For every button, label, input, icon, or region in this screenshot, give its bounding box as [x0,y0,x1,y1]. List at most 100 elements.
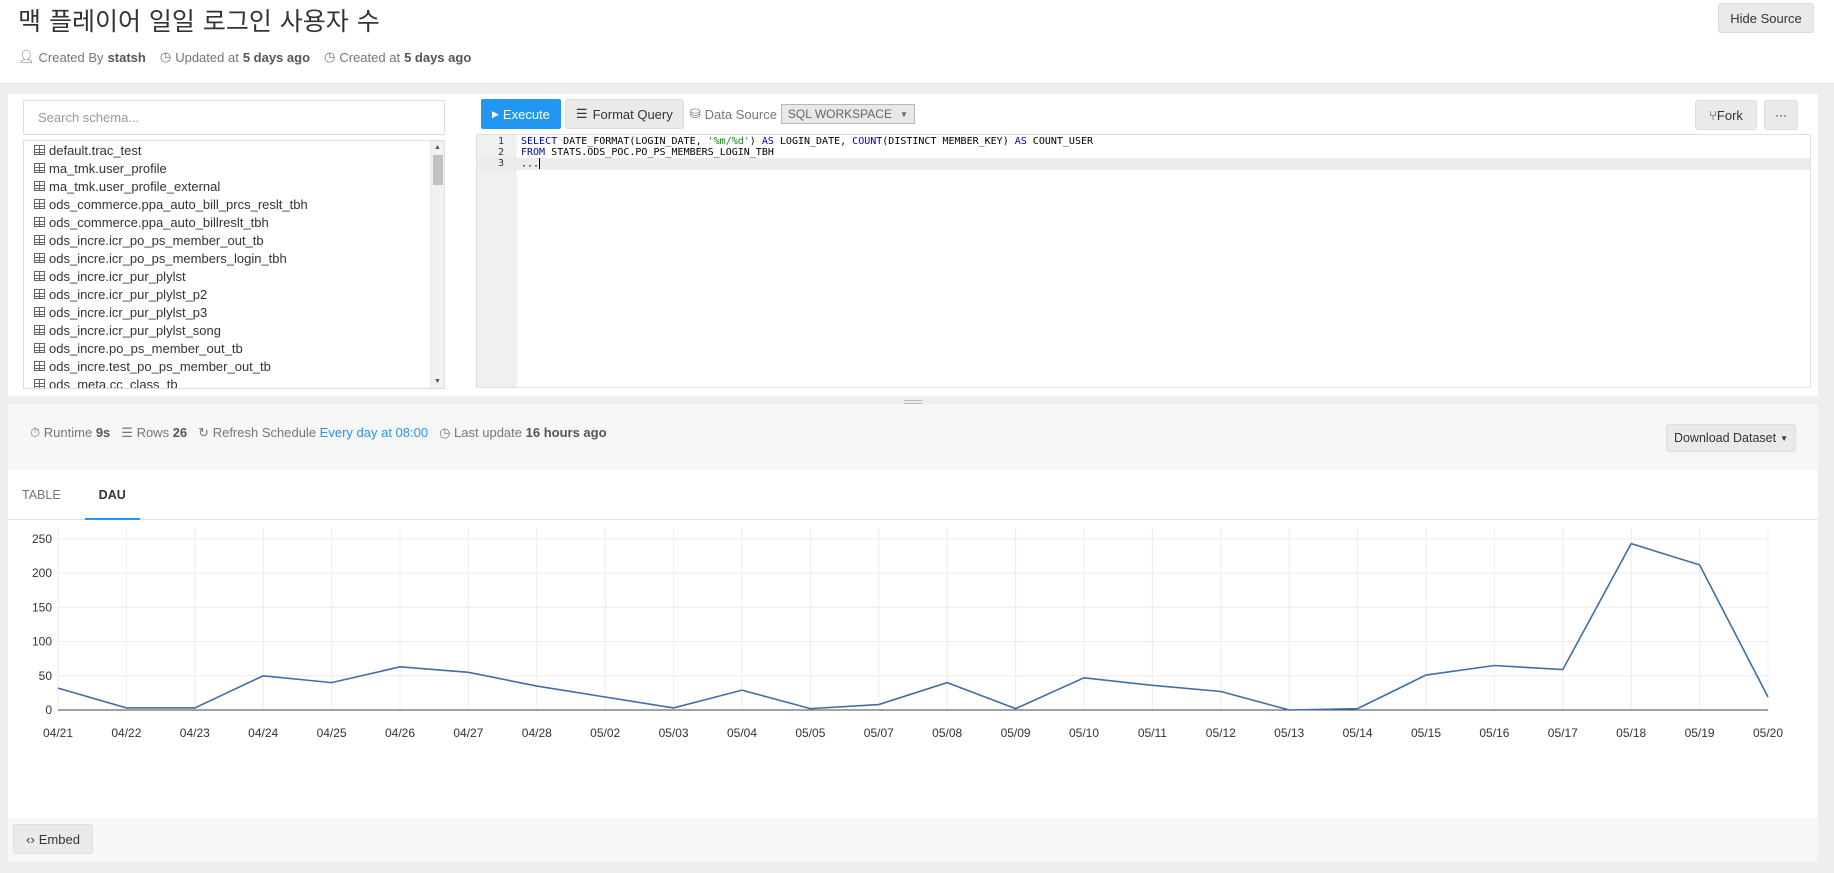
data-point [466,670,470,674]
data-point [672,706,676,710]
schema-table-item[interactable]: ods_incre.icr_po_ps_member_out_tb [24,231,444,249]
schema-table-item[interactable]: ods_commerce.ppa_auto_bill_prcs_reslt_tb… [24,195,444,213]
data-point [330,681,334,685]
schema-table-label: ods_incre.icr_pur_plylst [49,268,186,284]
schema-table-label: ods_commerce.ppa_auto_bill_prcs_reslt_tb… [49,196,308,212]
database-icon: ⛁ [689,106,701,121]
fork-icon: ⑂ [1709,107,1717,123]
x-tick-label: 05/08 [932,726,962,740]
scroll-up-icon[interactable]: ▲ [434,144,441,151]
y-tick-label: 250 [32,532,52,546]
x-tick-label: 04/24 [248,726,278,740]
refresh-icon: ↻ [198,425,210,440]
data-point [1014,707,1018,711]
table-icon [34,217,45,227]
x-tick-label: 05/12 [1206,726,1236,740]
table-icon [34,289,45,299]
schema-table-item[interactable]: ods_incre.icr_pur_plylst_p2 [24,285,444,303]
data-point [1150,683,1154,687]
scroll-down-icon[interactable]: ▼ [434,378,441,385]
data-point [877,703,881,707]
page-title: 맥 플레이어 일일 로그인 사용자 수 [18,7,380,36]
x-tick-label: 05/16 [1479,726,1509,740]
format-icon: ☰ [575,106,588,121]
data-point [124,706,128,710]
x-tick-label: 04/23 [180,726,210,740]
x-tick-label: 05/11 [1138,726,1167,740]
code-icon: ‹› [26,831,35,847]
schema-table-item[interactable]: ods_incre.po_ps_member_out_tb [24,339,444,357]
data-point [1356,707,1360,711]
dau-series-line [57,542,1769,711]
hide-source-button[interactable]: Hide Source [1718,3,1814,33]
x-tick-label: 04/21 [43,726,73,740]
x-tick-label: 05/10 [1069,726,1099,740]
data-point [1424,673,1428,677]
table-icon [34,145,45,155]
line-number: 3 [497,158,504,169]
x-tick-label: 05/14 [1343,726,1373,740]
table-icon [34,343,45,353]
stopwatch-icon: ⏱ [30,425,41,440]
execute-button[interactable]: ▶ Execute [481,99,561,129]
editor-gutter [477,135,517,387]
schema-table-item[interactable]: ods_incre.icr_pur_plylst_song [24,321,444,339]
results-header: ⏱ Runtime 9s ☰ Rows 26 ↻ Refresh Schedul… [8,404,1818,470]
x-tick-label: 05/07 [864,726,894,740]
schema-table-item[interactable]: ods_incre.test_po_ps_member_out_tb [24,357,444,375]
runtime-stat: ⏱ Runtime 9s [30,425,111,440]
data-source-select[interactable]: SQL WORKSPACE ▼ [780,104,915,124]
data-point [1219,690,1223,694]
data-point [1492,664,1496,668]
schema-table-item[interactable]: ma_tmk.user_profile_external [24,177,444,195]
table-icon [34,307,45,317]
data-point [945,681,949,685]
data-point [1629,542,1633,546]
schema-table-item[interactable]: ods_incre.icr_pur_plylst [24,267,444,285]
more-options-button[interactable]: ··· [1764,100,1798,130]
table-icon [34,325,45,335]
y-tick-label: 200 [32,566,52,580]
schema-table-item[interactable]: default.trac_test [24,141,444,159]
page-header: 맥 플레이어 일일 로그인 사용자 수 👤︎ Created By statsh… [0,0,1834,84]
schema-table-item[interactable]: ods_incre.icr_pur_plylst_p3 [24,303,444,321]
x-tick-label: 05/18 [1616,726,1646,740]
last-update: ◷ Last update 16 hours ago [439,425,607,440]
tab-table[interactable]: TABLE [8,470,75,520]
table-icon [34,379,45,388]
schema-table-item[interactable]: ods_incre.icr_po_ps_members_login_tbh [24,249,444,267]
schema-search-input[interactable]: Search schema... [23,100,445,135]
schema-table-label: ma_tmk.user_profile_external [49,178,221,194]
x-tick-label: 05/15 [1411,726,1441,740]
tab-dau[interactable]: DAU [84,470,140,520]
refresh-schedule-link[interactable]: Every day at 08:00 [320,425,428,440]
schema-table-label: ods_incre.test_po_ps_member_out_tb [49,358,271,374]
schema-table-item[interactable]: ma_tmk.user_profile [24,159,444,177]
query-toolbar: ▶ Execute ☰ Format Query ⛁ Data Source S… [481,99,915,129]
text-cursor [539,158,541,169]
x-tick-label: 05/05 [795,726,825,740]
scroll-thumb[interactable] [433,155,443,185]
schema-table-item[interactable]: ods_commerce.ppa_auto_billreslt_tbh [24,213,444,231]
caret-down-icon: ▼ [1780,433,1789,443]
table-icon [34,163,45,173]
x-tick-label: 05/02 [590,726,620,740]
y-tick-label: 150 [32,600,52,614]
x-tick-label: 05/17 [1548,726,1578,740]
created-at: ◷ Created at 5 days ago [324,49,472,65]
fork-button[interactable]: ⑂ Fork [1695,100,1757,130]
data-point [808,707,812,711]
download-dataset-button[interactable]: Download Dataset ▼ [1666,424,1796,452]
data-point [1698,563,1702,567]
table-icon [34,253,45,263]
sql-editor[interactable]: 1 SELECT DATE_FORMAT(LOGIN_DATE, '%m/%d'… [476,134,1811,388]
embed-button[interactable]: ‹› Embed [13,824,93,854]
editor-line-active[interactable]: 3 ... [477,158,1810,170]
y-tick-label: 100 [32,635,52,649]
format-query-button[interactable]: ☰ Format Query [564,99,684,129]
schema-scrollbar[interactable]: ▲ ▼ [430,141,444,388]
schema-table-item[interactable]: ods_meta.cc_class_tb [24,375,444,388]
rows-stat: ☰ Rows 26 [121,425,188,440]
schema-browser[interactable]: default.trac_test ma_tmk.user_profile ma_t… [23,140,445,389]
x-tick-label: 05/19 [1685,726,1715,740]
